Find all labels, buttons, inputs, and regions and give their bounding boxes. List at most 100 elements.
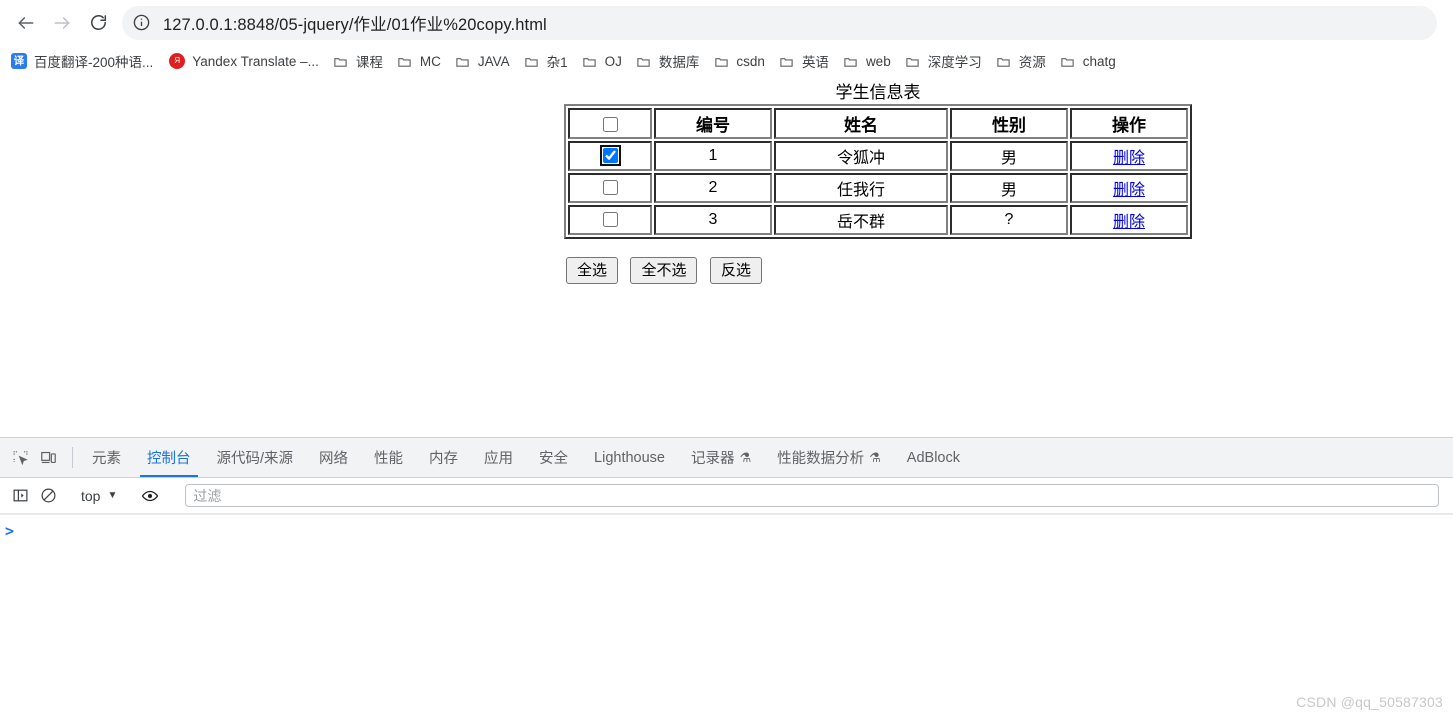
header-id: 编号 xyxy=(654,108,772,139)
invert-selection-button[interactable]: 反选 xyxy=(709,257,762,284)
devtools-tabbar: 元素 控制台 源代码/来源 网络 性能 内存 应用 安全 Lighthouse … xyxy=(0,438,1453,478)
console-output-area[interactable]: > CSDN @qq_50587303 xyxy=(0,514,1453,718)
chevron-down-icon: ▼ xyxy=(107,490,118,501)
console-sidebar-button[interactable] xyxy=(6,482,34,510)
bookmark-folder-resources[interactable]: 资源 xyxy=(989,48,1053,74)
table-head: 编号 姓名 性别 操作 xyxy=(568,108,1188,139)
cell-name: 岳不群 xyxy=(774,205,948,235)
tab-label: Lighthouse xyxy=(594,449,665,466)
inspect-element-icon xyxy=(13,451,28,466)
browser-toolbar: 127.0.0.1:8848/05-jquery/作业/01作业%20copy.… xyxy=(0,0,1453,45)
cell-operation: 删除 xyxy=(1070,205,1188,235)
delete-link[interactable]: 删除 xyxy=(1113,150,1145,167)
cell-gender: 男 xyxy=(950,173,1068,203)
bookmark-folder-za1[interactable]: 杂1 xyxy=(517,48,575,74)
tab-label: 内存 xyxy=(429,451,459,467)
bookmark-label: 资源 xyxy=(1018,55,1046,70)
tab-sources[interactable]: 源代码/来源 xyxy=(204,438,307,477)
delete-link[interactable]: 删除 xyxy=(1113,214,1145,231)
address-bar[interactable]: 127.0.0.1:8848/05-jquery/作业/01作业%20copy.… xyxy=(122,5,1437,40)
address-bar-url: 127.0.0.1:8848/05-jquery/作业/01作业%20copy.… xyxy=(163,15,547,34)
tab-label: 应用 xyxy=(484,451,514,467)
row-checkbox[interactable] xyxy=(602,180,618,196)
tab-performance[interactable]: 性能 xyxy=(361,438,416,477)
tab-recorder[interactable]: 记录器 ⚗ xyxy=(678,438,764,477)
tab-adblock[interactable]: AdBlock xyxy=(894,438,973,477)
console-sidebar-icon xyxy=(13,489,27,502)
experimental-flask-icon: ⚗ xyxy=(869,449,881,465)
bookmark-yandex-translate[interactable]: Я Yandex Translate –... xyxy=(162,48,326,74)
bookmark-baidu-translate[interactable]: 译 百度翻译-200种语... xyxy=(4,48,160,74)
header-operation: 操作 xyxy=(1070,108,1188,139)
bookmark-folder-csdn[interactable]: csdn xyxy=(706,48,772,74)
tab-label: 网络 xyxy=(319,451,349,467)
bookmarks-bar: 译 百度翻译-200种语... Я Yandex Translate –... … xyxy=(0,45,1453,77)
table-action-buttons: 全选 全不选 反选 xyxy=(566,257,1453,284)
table-header-row: 编号 姓名 性别 操作 xyxy=(568,108,1188,139)
deselect-all-button[interactable]: 全不选 xyxy=(630,257,698,284)
reload-button[interactable] xyxy=(80,5,116,41)
cell-operation: 删除 xyxy=(1070,141,1188,171)
device-toolbar-button[interactable] xyxy=(34,444,62,472)
bookmark-label: web xyxy=(865,53,891,69)
table-row: 2 任我行 男 删除 xyxy=(568,173,1188,203)
back-arrow-icon xyxy=(18,16,34,29)
forward-button[interactable] xyxy=(44,5,80,41)
row-checkbox[interactable] xyxy=(602,212,618,228)
tab-label: 源代码/来源 xyxy=(216,451,294,467)
select-all-checkbox[interactable] xyxy=(602,116,618,132)
folder-icon xyxy=(996,53,1012,69)
folder-icon xyxy=(636,53,652,69)
tab-label: 记录器 xyxy=(690,451,735,467)
folder-icon xyxy=(1060,53,1076,69)
bookmark-folder-mc[interactable]: MC xyxy=(390,48,448,74)
folder-icon xyxy=(397,53,413,69)
bookmark-folder-chatg[interactable]: chatg xyxy=(1053,48,1123,74)
row-checkbox[interactable] xyxy=(602,148,618,164)
cell-gender: 男 xyxy=(950,141,1068,171)
tab-elements[interactable]: 元素 xyxy=(79,438,134,477)
bookmark-label: 数据库 xyxy=(658,55,700,70)
console-input-line[interactable]: > xyxy=(0,515,1453,539)
tab-network[interactable]: 网络 xyxy=(306,438,361,477)
toolbar-divider xyxy=(72,447,73,468)
back-button[interactable] xyxy=(8,5,44,41)
bookmark-folder-english[interactable]: 英语 xyxy=(772,48,836,74)
csdn-watermark: CSDN @qq_50587303 xyxy=(1296,694,1443,710)
bookmark-label: JAVA xyxy=(477,53,510,69)
clear-console-button[interactable] xyxy=(34,482,62,510)
cell-id: 2 xyxy=(654,173,772,203)
console-context-selector[interactable]: top ▼ xyxy=(75,486,123,506)
inspect-element-button[interactable] xyxy=(6,444,34,472)
live-expression-button[interactable] xyxy=(136,482,164,510)
bookmark-folder-web[interactable]: web xyxy=(836,48,898,74)
row-select-cell xyxy=(568,141,652,171)
select-all-button[interactable]: 全选 xyxy=(566,257,619,284)
row-select-cell xyxy=(568,205,652,235)
devtools-panel: 元素 控制台 源代码/来源 网络 性能 内存 应用 安全 Lighthouse … xyxy=(0,437,1453,718)
site-info-button[interactable] xyxy=(128,10,154,36)
bookmark-folder-oj[interactable]: OJ xyxy=(575,48,629,74)
tab-security[interactable]: 安全 xyxy=(526,438,581,477)
student-table: 编号 姓名 性别 操作 1 令狐冲 男 删除 2 任我行 男 删除 3 岳不群 … xyxy=(564,104,1192,239)
bookmark-label: MC xyxy=(419,53,441,69)
bookmark-folder-java[interactable]: JAVA xyxy=(448,48,517,74)
tab-label: 性能数据分析 xyxy=(777,451,865,467)
tab-label: 元素 xyxy=(92,451,121,467)
cell-id: 1 xyxy=(654,141,772,171)
bookmark-folder-deep-learning[interactable]: 深度学习 xyxy=(898,48,989,74)
tab-memory[interactable]: 内存 xyxy=(416,438,471,477)
bookmark-folder-kecheng[interactable]: 课程 xyxy=(326,48,390,74)
bookmark-folder-database[interactable]: 数据库 xyxy=(629,48,707,74)
folder-icon xyxy=(455,53,471,69)
delete-link[interactable]: 删除 xyxy=(1113,182,1145,199)
checkbox-focus-ring xyxy=(599,145,621,167)
console-filter-input[interactable] xyxy=(185,484,1439,507)
tab-console[interactable]: 控制台 xyxy=(134,438,204,477)
bookmark-label: 百度翻译-200种语... xyxy=(34,55,154,70)
tab-application[interactable]: 应用 xyxy=(471,438,526,477)
tab-performance-insights[interactable]: 性能数据分析 ⚗ xyxy=(764,438,894,477)
folder-icon xyxy=(779,53,795,69)
tab-lighthouse[interactable]: Lighthouse xyxy=(581,438,678,477)
bookmark-label: Yandex Translate –... xyxy=(192,53,319,69)
